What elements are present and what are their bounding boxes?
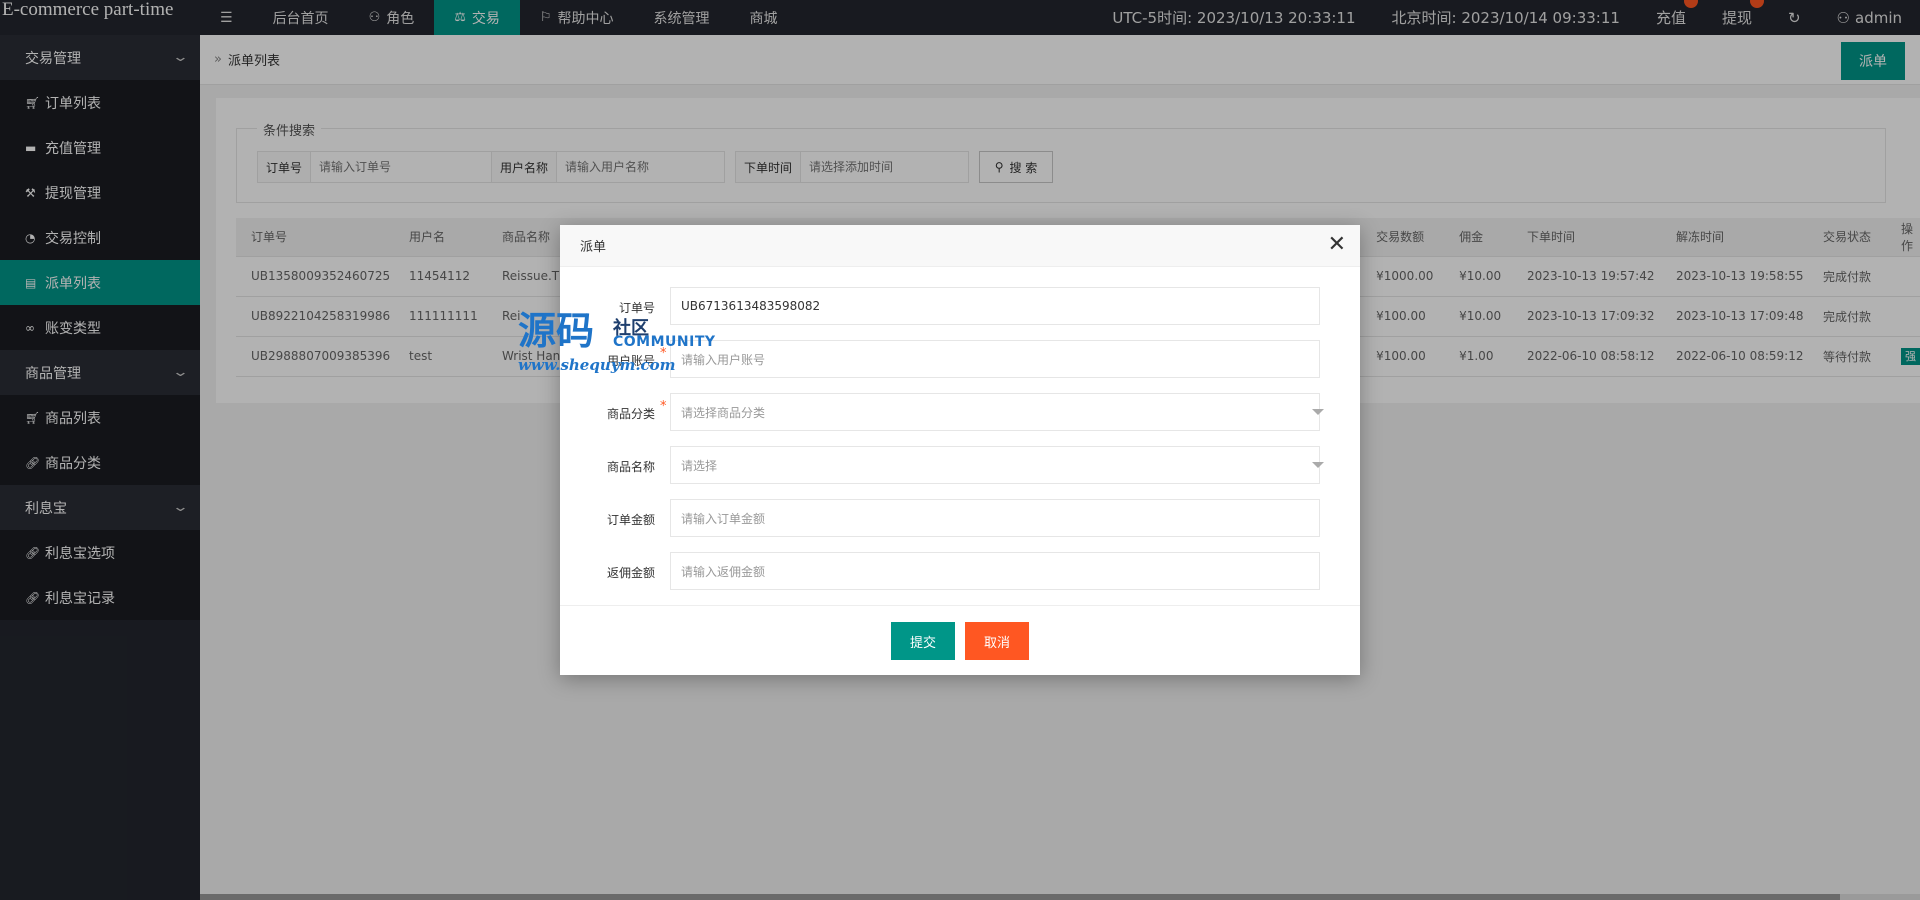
- caret-down-icon: [1312, 409, 1324, 415]
- commission-amount-field[interactable]: 请输入返佣金额: [670, 552, 1320, 590]
- dialog-footer: 提交 取消: [560, 605, 1360, 675]
- field-commission-amount: 返佣金额 请输入返佣金额: [560, 552, 1360, 592]
- dialog-title: 派单: [580, 240, 607, 255]
- submit-button[interactable]: 提交: [891, 622, 955, 660]
- field-product-name: 商品名称 请选择: [560, 446, 1360, 486]
- close-icon[interactable]: ✕: [1328, 234, 1346, 256]
- required-marker: *: [660, 399, 667, 414]
- product-category-select[interactable]: 请选择商品分类: [670, 393, 1320, 431]
- order-amount-field[interactable]: 请输入订单金额: [670, 499, 1320, 537]
- cancel-button[interactable]: 取消: [965, 622, 1029, 660]
- order-no-field[interactable]: UB6713613483598082: [670, 287, 1320, 325]
- field-order-amount: 订单金额 请输入订单金额: [560, 499, 1360, 539]
- dialog-header: 派单 ✕: [560, 225, 1360, 267]
- dispatch-dialog: 派单 ✕ 订单号 UB6713613483598082 用户账号 * 请输入用户账…: [560, 225, 1360, 675]
- user-account-field[interactable]: 请输入用户账号: [670, 340, 1320, 378]
- field-product-category: 商品分类 * 请选择商品分类: [560, 393, 1360, 433]
- watermark-logo: 源码 社区 COMMUNITY www.shequym.com: [518, 308, 716, 375]
- caret-down-icon: [1312, 462, 1324, 468]
- product-name-select[interactable]: 请选择: [670, 446, 1320, 484]
